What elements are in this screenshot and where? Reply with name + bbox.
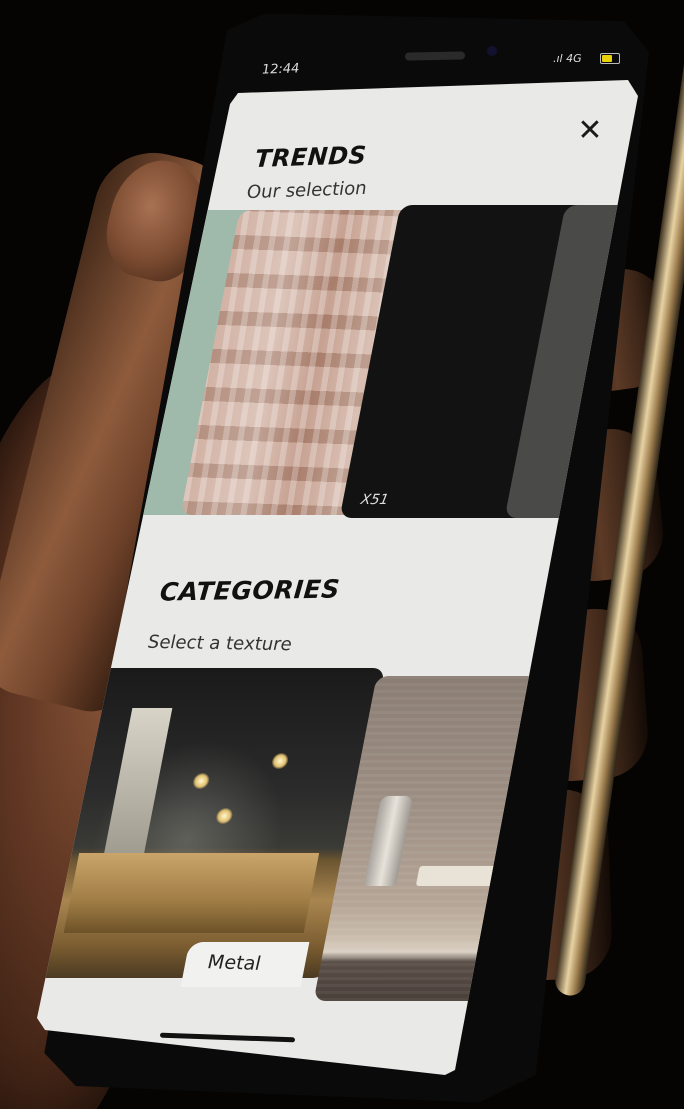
pendant-light xyxy=(214,808,234,824)
phone-speaker xyxy=(404,51,466,61)
shelf-image xyxy=(415,866,500,886)
status-signal: .ıl 4G xyxy=(553,52,582,65)
battery-icon xyxy=(600,53,620,64)
trends-subtitle: Our selection xyxy=(246,177,367,204)
vase-image xyxy=(363,796,414,886)
battery-level xyxy=(602,55,612,62)
metal-counter-image xyxy=(63,853,320,933)
network-type: 4G xyxy=(566,52,582,65)
phone-front-camera xyxy=(487,46,497,56)
trend-tile-label: X51 xyxy=(359,492,391,508)
categories-title: CATEGORIES xyxy=(158,574,342,607)
category-label-metal: Metal xyxy=(207,951,261,975)
pendant-light xyxy=(270,753,290,769)
pendant-light xyxy=(191,773,211,789)
trends-title: TRENDS xyxy=(254,141,368,173)
photo-scene: 12:44 .ıl 4G ✕ TRENDS Our selection X51 … xyxy=(0,0,684,1109)
status-time: 12:44 xyxy=(261,61,300,78)
signal-bars-icon: .ıl xyxy=(553,52,567,65)
kitchen-window-image xyxy=(103,708,173,858)
home-indicator[interactable] xyxy=(159,1032,296,1043)
close-icon[interactable]: ✕ xyxy=(574,115,606,147)
categories-subtitle: Select a texture xyxy=(147,631,292,656)
